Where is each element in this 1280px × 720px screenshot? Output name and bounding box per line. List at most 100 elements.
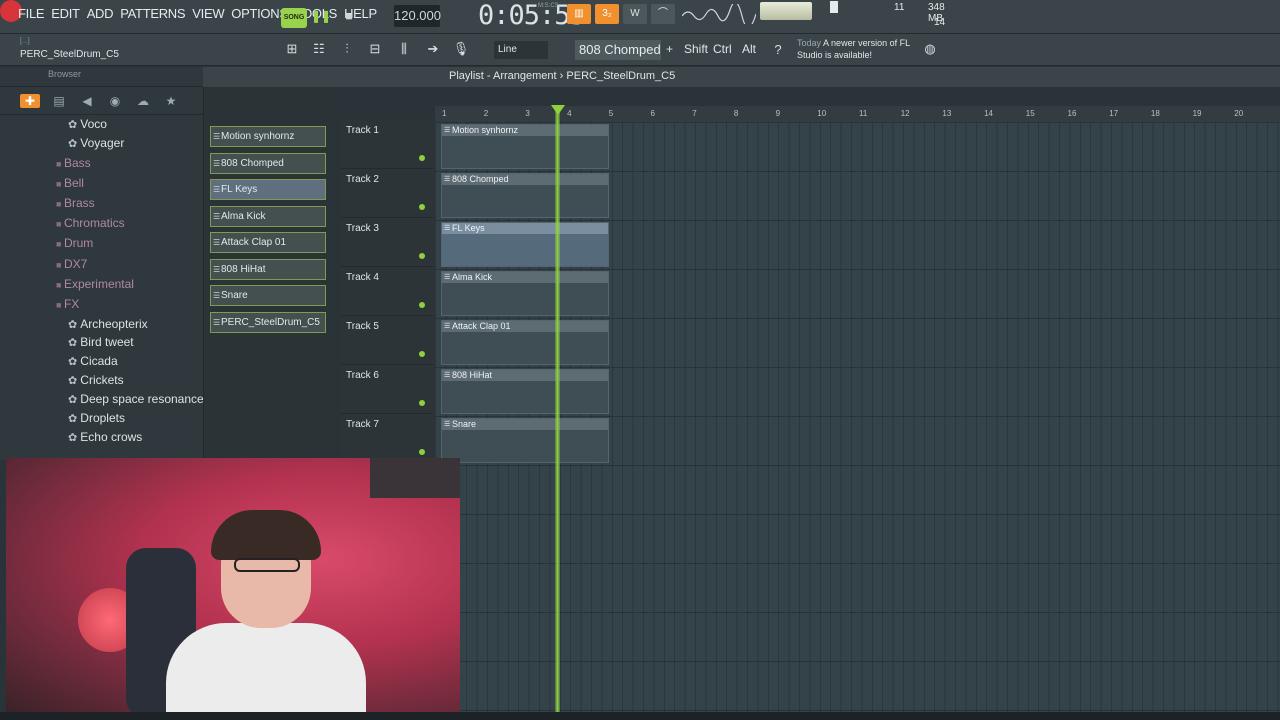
resource-monitor: 11 348 MB 14: [830, 1, 960, 31]
pattern-item[interactable]: 808 HiHat: [210, 258, 326, 280]
news-panel[interactable]: Today A newer version of FL Studio is av…: [797, 37, 917, 61]
pattern-clip[interactable]: Alma Kick: [441, 271, 609, 316]
browser-folder[interactable]: Drum: [56, 234, 93, 253]
bar-number: 18: [1150, 109, 1160, 118]
browser-preset[interactable]: Archeopterix: [68, 315, 147, 334]
menu-file[interactable]: FILE: [18, 6, 45, 21]
pattern-clip[interactable]: 808 HiHat: [441, 369, 609, 414]
browser-folder[interactable]: Brass: [56, 194, 95, 213]
pattern-clip[interactable]: Attack Clap 01: [441, 320, 609, 365]
playhead-marker-icon[interactable]: [551, 105, 565, 115]
pattern-clip[interactable]: Snare: [441, 418, 609, 463]
pattern-item[interactable]: Motion synhornz: [210, 126, 326, 147]
track-active-icon[interactable]: [419, 253, 425, 259]
bar-number: 14: [984, 109, 993, 118]
snap-selector[interactable]: Line: [494, 41, 548, 59]
clip-label: FL Keys: [442, 223, 608, 234]
pattern-clip[interactable]: FL Keys: [441, 222, 609, 267]
browser-preset[interactable]: Echo crows: [68, 428, 142, 447]
browser-folder[interactable]: Chromatics: [56, 214, 125, 233]
news-date: Today: [797, 38, 822, 48]
clip-label: 808 HiHat: [442, 370, 608, 381]
bar-number: 10: [817, 109, 827, 118]
menu-edit[interactable]: EDIT: [51, 6, 80, 21]
browser-preset[interactable]: Deep space resonance: [68, 390, 203, 409]
track-name: Track 3: [346, 223, 379, 234]
browser-folder[interactable]: Bass: [56, 154, 91, 173]
track-list: Track 1 Track 2 Track 3 Track 4 Track 5 Track…: [341, 120, 435, 463]
playlist-breadcrumb: PERC_SteelDrum_C5: [566, 70, 676, 82]
browser-speaker-tab-icon[interactable]: ◀: [78, 94, 96, 108]
menu-add[interactable]: ADD: [87, 6, 114, 21]
browser-folder[interactable]: FX: [56, 295, 79, 314]
pattern-selector[interactable]: 808 Chomped: [575, 40, 661, 60]
track-active-icon[interactable]: [419, 351, 425, 357]
browser-preset[interactable]: Cicada: [68, 352, 117, 371]
track-header[interactable]: Track 5: [341, 316, 433, 365]
pattern-item[interactable]: Attack Clap 01: [210, 232, 326, 253]
metronome-icon[interactable]: ▥: [567, 4, 591, 24]
track-header[interactable]: Track 3: [341, 218, 433, 267]
arrow-right-icon[interactable]: ➔: [421, 37, 445, 61]
browser-folder[interactable]: Experimental: [56, 275, 134, 294]
globe-icon[interactable]: ◍: [918, 37, 942, 61]
track-active-icon[interactable]: [419, 204, 425, 210]
track-header[interactable]: Track 6: [341, 365, 433, 414]
browser-preset[interactable]: Voyager: [68, 134, 124, 153]
track-active-icon[interactable]: [419, 449, 425, 455]
tempo-display[interactable]: 120.000: [394, 5, 441, 27]
bar-number: 6: [650, 109, 655, 118]
pattern-clip[interactable]: Motion synhornz: [441, 124, 609, 169]
menu-patterns[interactable]: PATTERNS: [120, 6, 185, 21]
browser-all-tab-icon[interactable]: ✚: [20, 93, 40, 108]
add-pattern-icon[interactable]: +: [666, 42, 673, 56]
recording-options: ▥ 3₂ W ⌒: [567, 4, 675, 24]
browser-favorites-tab-icon[interactable]: ★: [162, 94, 180, 108]
track-name: Track 2: [346, 174, 379, 185]
track-header[interactable]: Track 7: [341, 414, 433, 463]
stop-icon[interactable]: ■: [338, 5, 360, 27]
browser-preset[interactable]: Crickets: [68, 371, 123, 390]
browser-files-tab-icon[interactable]: ▤: [50, 94, 68, 108]
pattern-item[interactable]: Alma Kick: [210, 205, 326, 227]
mixer-icon[interactable]: ⊟: [363, 37, 387, 61]
track-header[interactable]: Track 4: [341, 267, 433, 316]
browser-plugin-tab-icon[interactable]: ◉: [106, 94, 124, 108]
piano-roll-icon[interactable]: ⫶: [335, 37, 359, 61]
song-mode-button[interactable]: SONG: [281, 8, 307, 28]
pattern-item[interactable]: PERC_SteelDrum_C5: [210, 311, 326, 333]
browser-folder[interactable]: DX7: [56, 255, 87, 274]
alt-key-button[interactable]: Alt: [742, 42, 756, 56]
pattern-item[interactable]: FL Keys: [210, 179, 326, 200]
track-header[interactable]: Track 1: [341, 120, 433, 169]
playhead[interactable]: [555, 106, 560, 712]
plugin-picker-icon[interactable]: ⫼: [392, 37, 416, 61]
shift-key-button[interactable]: Shift: [684, 42, 708, 56]
step-edit-icon[interactable]: W: [623, 4, 647, 24]
pattern-item[interactable]: Snare: [210, 285, 326, 306]
track-active-icon[interactable]: [419, 155, 425, 161]
browser-preset[interactable]: Voco: [68, 115, 107, 134]
help-icon[interactable]: ?: [766, 37, 790, 61]
pattern-item[interactable]: 808 Chomped: [210, 152, 326, 174]
countdown-icon[interactable]: 3₂: [595, 4, 619, 24]
browser-folder[interactable]: Bell: [56, 174, 84, 193]
blend-icon[interactable]: ⌒: [651, 4, 675, 24]
track-active-icon[interactable]: [419, 302, 425, 308]
playlist-window-icon[interactable]: ⊞: [280, 37, 304, 61]
menu-options[interactable]: OPTIONS: [231, 6, 288, 21]
bar-number: 2: [483, 109, 489, 118]
track-active-icon[interactable]: [419, 400, 425, 406]
ctrl-key-button[interactable]: Ctrl: [713, 42, 732, 56]
microphone-icon[interactable]: 🎙: [449, 37, 473, 61]
pause-icon[interactable]: ❚❚: [310, 5, 332, 27]
menu-view[interactable]: VIEW: [192, 6, 224, 21]
browser-preset[interactable]: Bird tweet: [68, 333, 133, 352]
bar-number: 17: [1109, 109, 1119, 118]
webcam-overlay: [6, 458, 460, 712]
browser-preset[interactable]: Droplets: [68, 409, 125, 428]
pattern-clip[interactable]: 808 Chomped: [441, 173, 609, 218]
channel-rack-icon[interactable]: ☷: [307, 37, 331, 61]
browser-cloud-tab-icon[interactable]: ☁: [134, 94, 152, 108]
track-header[interactable]: Track 2: [341, 169, 433, 218]
